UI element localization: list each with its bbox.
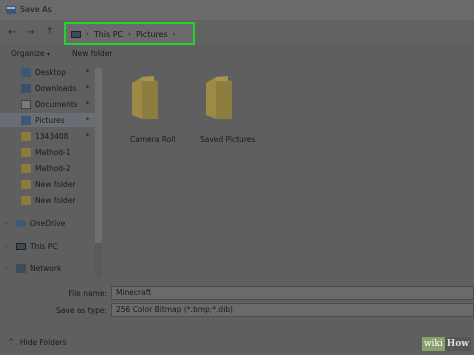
chevron-right-icon[interactable]: ›	[128, 30, 131, 38]
pin-icon[interactable]: ✦	[85, 84, 90, 91]
chevron-up-icon[interactable]: ^	[8, 338, 14, 346]
navigation-pane: Desktop ✦ Downloads ✦ Documents ✦ Pictur…	[0, 63, 104, 278]
sidebar-item-mathod-1[interactable]: Mathod-1	[21, 145, 71, 159]
document-icon	[21, 99, 31, 109]
arrow-left-icon[interactable]: ←	[8, 27, 16, 38]
pictures-icon	[21, 115, 31, 125]
download-icon	[21, 83, 31, 93]
pin-icon[interactable]: ✦	[85, 116, 90, 123]
computer-icon	[71, 30, 81, 38]
sidebar-item-label: New folder	[35, 195, 76, 205]
sidebar-item-label: OneDrive	[30, 218, 66, 228]
watermark-how: How	[444, 337, 471, 351]
sidebar-item-label: Network	[30, 263, 62, 273]
chevron-right-icon[interactable]: ›	[5, 265, 7, 272]
breadcrumb-this-pc[interactable]: This PC	[94, 30, 123, 39]
breadcrumb-pictures[interactable]: Pictures	[136, 30, 168, 39]
organize-label: Organize	[11, 49, 45, 58]
folder-item-camera-roll[interactable]	[130, 75, 158, 121]
file-name-field[interactable]: Minecraft	[111, 286, 474, 300]
sidebar-item-label: Pictures	[35, 115, 65, 125]
sidebar-item-this-pc[interactable]: This PC	[16, 239, 57, 253]
folder-item-saved-pictures[interactable]	[204, 75, 232, 121]
sidebar-item-label: This PC	[30, 241, 58, 251]
sidebar-item-new-folder-2[interactable]: New folder	[21, 193, 76, 207]
folder-label[interactable]: Camera Roll	[130, 135, 175, 144]
chevron-right-icon[interactable]: ›	[5, 243, 7, 250]
computer-icon	[16, 242, 26, 250]
chevron-right-icon[interactable]: ›	[5, 220, 7, 227]
network-icon	[16, 263, 26, 273]
file-name-label: File name:	[68, 289, 107, 298]
chevron-right-icon[interactable]: ›	[86, 30, 89, 38]
command-bar: Organize ▾ New folder	[0, 45, 474, 63]
pin-icon[interactable]: ✦	[85, 68, 90, 75]
scrollbar-thumb[interactable]	[95, 68, 102, 243]
sidebar-scrollbar[interactable]	[95, 68, 102, 278]
folder-icon	[21, 131, 31, 141]
sidebar-item-label: 1343408	[35, 131, 69, 141]
folder-icon	[132, 76, 158, 119]
save-type-label: Save as type:	[56, 306, 107, 315]
chevron-right-icon[interactable]: ›	[173, 30, 176, 38]
title-bar: Save As	[0, 0, 474, 20]
folder-icon	[206, 76, 232, 119]
folder-icon	[21, 179, 31, 189]
cloud-icon	[16, 219, 26, 227]
sidebar-item-new-folder[interactable]: New folder	[21, 177, 76, 191]
chevron-down-icon: ▾	[47, 51, 51, 58]
folder-icon	[21, 163, 31, 173]
sidebar-item-label: Downloads	[35, 83, 77, 93]
folder-icon	[21, 195, 31, 205]
address-bar[interactable]: › This PC › Pictures ›	[64, 22, 195, 45]
sidebar-item-documents[interactable]: Documents	[21, 97, 78, 111]
sidebar-item-label: Documents	[35, 99, 78, 109]
sidebar-item-label: Desktop	[35, 67, 66, 77]
sidebar-item-label: New folder	[35, 179, 76, 189]
sidebar-item-label: Mathod-2	[35, 163, 71, 173]
sidebar-item-network[interactable]: Network	[16, 261, 61, 275]
save-as-window-icon	[6, 6, 16, 14]
sidebar-item-downloads[interactable]: Downloads	[21, 81, 76, 95]
dialog-footer: ^ Hide Folders	[0, 333, 474, 355]
sidebar-item-onedrive[interactable]: OneDrive	[16, 216, 65, 230]
sidebar-item-desktop[interactable]: Desktop	[21, 65, 66, 79]
arrow-right-icon[interactable]: →	[26, 27, 34, 38]
desktop-icon	[21, 67, 31, 77]
window-title: Save As	[20, 5, 52, 14]
breadcrumb: › This PC › Pictures ›	[71, 28, 175, 40]
save-type-select[interactable]: 256 Color Bitmap (*.bmp;*.dib)	[111, 303, 474, 317]
wikihow-watermark: wiki How	[421, 337, 471, 351]
watermark-wiki: wiki	[421, 337, 445, 351]
arrow-up-icon[interactable]: ↑	[46, 27, 54, 37]
sidebar-item-pictures[interactable]: Pictures	[0, 113, 95, 127]
sidebar-item-mathod-2[interactable]: Mathod-2	[21, 161, 71, 175]
new-folder-button[interactable]: New folder	[72, 49, 113, 58]
pin-icon[interactable]: ✦	[85, 132, 90, 139]
sidebar-item-1343408[interactable]: 1343408	[21, 129, 68, 143]
folder-icon	[21, 147, 31, 157]
organize-button[interactable]: Organize ▾	[11, 49, 50, 58]
hide-folders-button[interactable]: Hide Folders	[20, 338, 67, 347]
pin-icon[interactable]: ✦	[85, 100, 90, 107]
folder-label[interactable]: Saved Pictures	[200, 135, 255, 144]
sidebar-item-label: Mathod-1	[35, 147, 71, 157]
